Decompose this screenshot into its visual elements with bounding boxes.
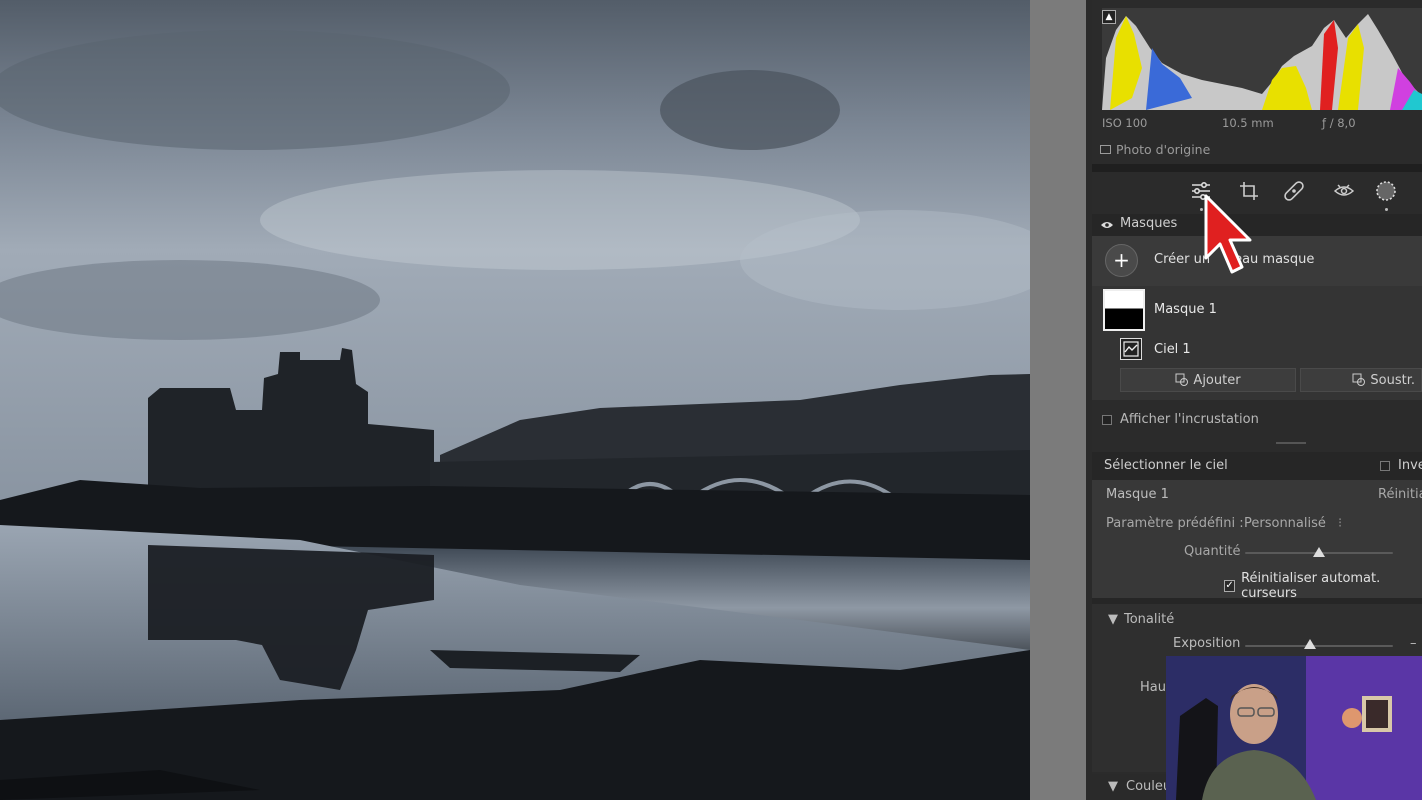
castle-landscape-image (0, 0, 1030, 800)
active-tool-indicator (1385, 208, 1388, 211)
amount-slider-thumb[interactable] (1313, 547, 1325, 557)
overlay-label: Afficher l'incrustation (1120, 412, 1259, 427)
presenter-video (1166, 656, 1422, 800)
show-overlay-option[interactable]: Afficher l'incrustation (1102, 412, 1259, 427)
exposure-value[interactable]: – (1410, 636, 1417, 651)
pointer-cursor-icon (1202, 192, 1258, 288)
resize-grip[interactable] (1276, 442, 1306, 444)
eye-icon[interactable] (1100, 219, 1114, 234)
aperture-value: ƒ / 8,0 (1322, 116, 1356, 130)
histogram-graph (1102, 14, 1422, 110)
mask-title: Masque 1 (1106, 487, 1169, 502)
mask-properties: Masque 1 Réinitia Paramètre prédéfini : … (1092, 480, 1422, 601)
mask-thumbnail (1103, 289, 1145, 331)
invert-label: Inve (1398, 458, 1422, 473)
collapse-triangle-icon: ▼ (1108, 779, 1118, 794)
divider (1092, 164, 1422, 172)
iso-value: ISO 100 (1102, 116, 1148, 130)
subtract-from-mask-button[interactable]: Soustr. (1300, 368, 1422, 392)
select-sky-row: Sélectionner le ciel Inve (1092, 452, 1422, 480)
overlay-checkbox[interactable] (1102, 414, 1112, 425)
histogram[interactable] (1102, 8, 1422, 110)
clipping-warning-icon[interactable]: ▲ (1102, 10, 1116, 24)
preset-label: Paramètre prédéfini : (1106, 516, 1244, 531)
sky-mask-icon (1120, 338, 1142, 360)
mask-item-ciel-1[interactable]: Ciel 1 (1092, 336, 1422, 366)
mask-name: Masque 1 (1154, 302, 1217, 317)
select-sky-button[interactable]: Sélectionner le ciel (1104, 458, 1228, 473)
focal-length-value: 10.5 mm (1222, 116, 1274, 130)
invert-option[interactable]: Inve (1380, 458, 1422, 473)
add-label: Ajouter (1193, 372, 1241, 388)
subtract-label: Soustr. (1370, 372, 1415, 388)
preset-value: Personnalisé (1244, 516, 1326, 531)
dropdown-arrow-icon: ⁝ (1338, 516, 1343, 531)
mask-component-name: Ciel 1 (1154, 342, 1191, 357)
subtract-mask-icon (1352, 373, 1366, 386)
auto-reset-checkbox[interactable]: ✓ (1224, 580, 1236, 592)
masking-icon[interactable] (1374, 180, 1398, 202)
auto-reset-label: Réinitialiser automat. curseurs (1241, 571, 1381, 601)
add-mask-icon (1175, 373, 1189, 386)
lightroom-window: ▲ ISO 100 10.5 mm ƒ / 8,0 Photo d'origin… (0, 0, 1422, 800)
preset-dropdown[interactable]: Personnalisé ⁝ (1244, 516, 1342, 531)
reset-button[interactable]: Réinitia (1378, 487, 1422, 502)
exposure-slider[interactable] (1245, 645, 1393, 647)
invert-checkbox[interactable] (1380, 460, 1390, 471)
canvas-gutter (1030, 0, 1086, 800)
mask-item-masque-1[interactable]: Masque 1 (1092, 286, 1422, 334)
webcam-overlay (1166, 656, 1422, 800)
add-to-mask-button[interactable]: Ajouter (1120, 368, 1296, 392)
tone-header[interactable]: ▼ Tonalité (1108, 612, 1174, 627)
tone-title: Tonalité (1124, 612, 1175, 627)
original-photo-toggle[interactable]: Photo d'origine (1100, 142, 1210, 157)
amount-label: Quantité (1184, 544, 1241, 559)
photo-canvas[interactable] (0, 0, 1030, 800)
collapse-triangle-icon: ▼ (1108, 612, 1118, 627)
mask-actions: Ajouter Soustr. (1092, 368, 1422, 394)
masks-title: Masques (1120, 216, 1178, 231)
original-photo-label: Photo d'origine (1116, 142, 1211, 157)
checkbox-icon (1100, 145, 1111, 154)
exposure-label: Exposition (1173, 636, 1241, 651)
create-mask-button[interactable]: + (1105, 244, 1138, 277)
auto-reset-option[interactable]: ✓ Réinitialiser automat. curseurs (1224, 571, 1422, 601)
healing-icon[interactable] (1282, 180, 1306, 202)
red-eye-icon[interactable] (1332, 180, 1356, 202)
color-title: Couleu (1126, 779, 1172, 794)
exposure-slider-thumb[interactable] (1304, 639, 1316, 649)
